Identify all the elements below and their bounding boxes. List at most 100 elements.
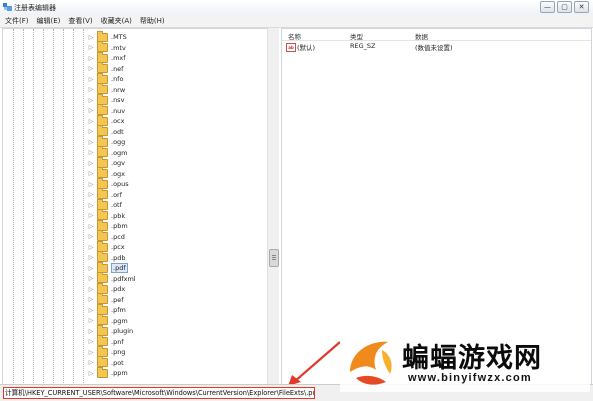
tree-item-label: .pef: [111, 295, 124, 304]
expand-arrow-icon[interactable]: ▷: [87, 76, 95, 83]
menu-file[interactable]: 文件(F): [0, 15, 32, 27]
tree-item[interactable]: ▷ .nfo: [87, 72, 124, 85]
tree-item[interactable]: ▷ .pbk: [87, 209, 125, 222]
watermark-title: 蝙蝠游戏网: [402, 343, 542, 374]
expand-arrow-icon[interactable]: ▷: [87, 34, 95, 41]
expand-arrow-icon[interactable]: ▷: [87, 202, 95, 209]
tree-item[interactable]: ▷ .pnf: [87, 335, 124, 348]
tree-item[interactable]: ▷ .plugin: [87, 324, 133, 337]
expand-arrow-icon[interactable]: ▷: [87, 107, 95, 114]
expand-arrow-icon[interactable]: ▷: [87, 160, 95, 167]
tree-item-label: .pcx: [111, 243, 125, 252]
expand-arrow-icon[interactable]: ▷: [87, 328, 95, 335]
expand-arrow-icon[interactable]: ▷: [87, 244, 95, 251]
title-bar: 注册表编辑器 — ▢ ✕: [0, 0, 593, 15]
tree-item[interactable]: ▷ .pot: [87, 356, 124, 369]
tree-item[interactable]: ▷ .pdx: [87, 282, 125, 295]
tree-item[interactable]: ▷ .pgm: [87, 314, 128, 327]
column-header-data[interactable]: 数据: [415, 31, 428, 41]
tree-item-label: .pnf: [111, 337, 124, 346]
tree-item-label: .nef: [111, 64, 124, 73]
expand-arrow-icon[interactable]: ▷: [87, 254, 95, 261]
maximize-button[interactable]: ▢: [557, 1, 572, 13]
registry-key-tree[interactable]: ▷ .MTS ▷ .mtv ▷ .mxf ▷ .nef ▷ .nfo ▷ .nrw ▷ .nsv ▷ .nuv…: [2, 28, 268, 386]
regedit-app-icon: [3, 3, 12, 11]
tree-item[interactable]: ▷ .ogv: [87, 156, 125, 169]
menu-favorites[interactable]: 收藏夹(A): [96, 15, 135, 27]
value-type: REG_SZ: [350, 42, 376, 50]
tree-item[interactable]: ▷ .pdf: [87, 261, 128, 274]
column-headers: 名称 类型 数据: [282, 29, 591, 41]
tree-item-label: .ogg: [111, 138, 126, 147]
tree-item[interactable]: ▷ .ogx: [87, 167, 125, 180]
expand-arrow-icon[interactable]: ▷: [87, 128, 95, 135]
tree-item[interactable]: ▷ .nuv: [87, 104, 125, 117]
expand-arrow-icon[interactable]: ▷: [87, 338, 95, 345]
tree-item-label: .opus: [111, 180, 129, 189]
expand-arrow-icon[interactable]: ▷: [87, 149, 95, 156]
tree-item[interactable]: ▷ .ppm: [87, 366, 128, 379]
expand-arrow-icon[interactable]: ▷: [87, 275, 95, 282]
expand-arrow-icon[interactable]: ▷: [87, 86, 95, 93]
folder-icon: [97, 366, 108, 378]
tree-item[interactable]: ▷ .ogm: [87, 146, 128, 159]
expand-arrow-icon[interactable]: ▷: [87, 233, 95, 240]
scrollbar-thumb[interactable]: [269, 249, 279, 267]
tree-item[interactable]: ▷ .nef: [87, 62, 124, 75]
expand-arrow-icon[interactable]: ▷: [87, 286, 95, 293]
tree-item[interactable]: ▷ .png: [87, 345, 125, 358]
tree-item[interactable]: ▷ .opus: [87, 177, 129, 190]
expand-arrow-icon[interactable]: ▷: [87, 191, 95, 198]
expand-arrow-icon[interactable]: ▷: [87, 44, 95, 51]
watermark-url: www.binyifwzx.com: [408, 372, 532, 384]
expand-arrow-icon[interactable]: ▷: [87, 212, 95, 219]
expand-arrow-icon[interactable]: ▷: [87, 65, 95, 72]
column-header-name[interactable]: 名称: [288, 31, 301, 41]
tree-item[interactable]: ▷ .MTS: [87, 30, 127, 43]
tree-item-label: .pdb: [111, 253, 126, 262]
tree-item[interactable]: ▷ .nrw: [87, 83, 125, 96]
expand-arrow-icon[interactable]: ▷: [87, 370, 95, 377]
expand-arrow-icon[interactable]: ▷: [87, 181, 95, 188]
minimize-button[interactable]: —: [540, 1, 555, 13]
tree-item[interactable]: ▷ .pbm: [87, 219, 128, 232]
menu-help[interactable]: 帮助(H): [135, 15, 168, 27]
menu-view[interactable]: 查看(V): [63, 15, 95, 27]
expand-arrow-icon[interactable]: ▷: [87, 170, 95, 177]
expand-arrow-icon[interactable]: ▷: [87, 265, 95, 272]
close-button[interactable]: ✕: [574, 1, 589, 13]
expand-arrow-icon[interactable]: ▷: [87, 349, 95, 356]
tree-item-label: .mtv: [111, 43, 126, 52]
tree-item[interactable]: ▷ .mtv: [87, 41, 126, 54]
expand-arrow-icon[interactable]: ▷: [87, 317, 95, 324]
tree-item[interactable]: ▷ .mxf: [87, 51, 126, 64]
tree-item[interactable]: ▷ .orf: [87, 188, 122, 201]
tree-item[interactable]: ▷ .pcx: [87, 240, 125, 253]
expand-arrow-icon[interactable]: ▷: [87, 118, 95, 125]
tree-item[interactable]: ▷ .ocx: [87, 114, 124, 127]
tree-item[interactable]: ▷ .ogg: [87, 135, 126, 148]
tree-item-label: .nfo: [111, 75, 124, 84]
expand-arrow-icon[interactable]: ▷: [87, 296, 95, 303]
tree-item[interactable]: ▷ .pfm: [87, 303, 126, 316]
tree-item[interactable]: ▷ .nsv: [87, 93, 124, 106]
tree-scrollbar[interactable]: [267, 28, 279, 384]
expand-arrow-icon[interactable]: ▷: [87, 223, 95, 230]
string-value-icon: ab: [286, 43, 296, 52]
tree-item[interactable]: ▷ .pef: [87, 293, 124, 306]
tree-item[interactable]: ▷ .pdfxml: [87, 272, 136, 285]
tree-item-label: .ppm: [111, 369, 128, 378]
window-title: 注册表编辑器: [14, 4, 56, 12]
tree-item[interactable]: ▷ .pdb: [87, 251, 126, 264]
expand-arrow-icon[interactable]: ▷: [87, 139, 95, 146]
tree-item[interactable]: ▷ .pcd: [87, 230, 125, 243]
value-row[interactable]: ab (默认) REG_SZ (数值未设置): [282, 42, 591, 52]
column-header-type[interactable]: 类型: [350, 31, 363, 41]
tree-item[interactable]: ▷ .odt: [87, 125, 124, 138]
menu-edit[interactable]: 编辑(E): [32, 15, 64, 27]
tree-item[interactable]: ▷ .otf: [87, 198, 122, 211]
expand-arrow-icon[interactable]: ▷: [87, 307, 95, 314]
expand-arrow-icon[interactable]: ▷: [87, 55, 95, 62]
expand-arrow-icon[interactable]: ▷: [87, 359, 95, 366]
expand-arrow-icon[interactable]: ▷: [87, 97, 95, 104]
